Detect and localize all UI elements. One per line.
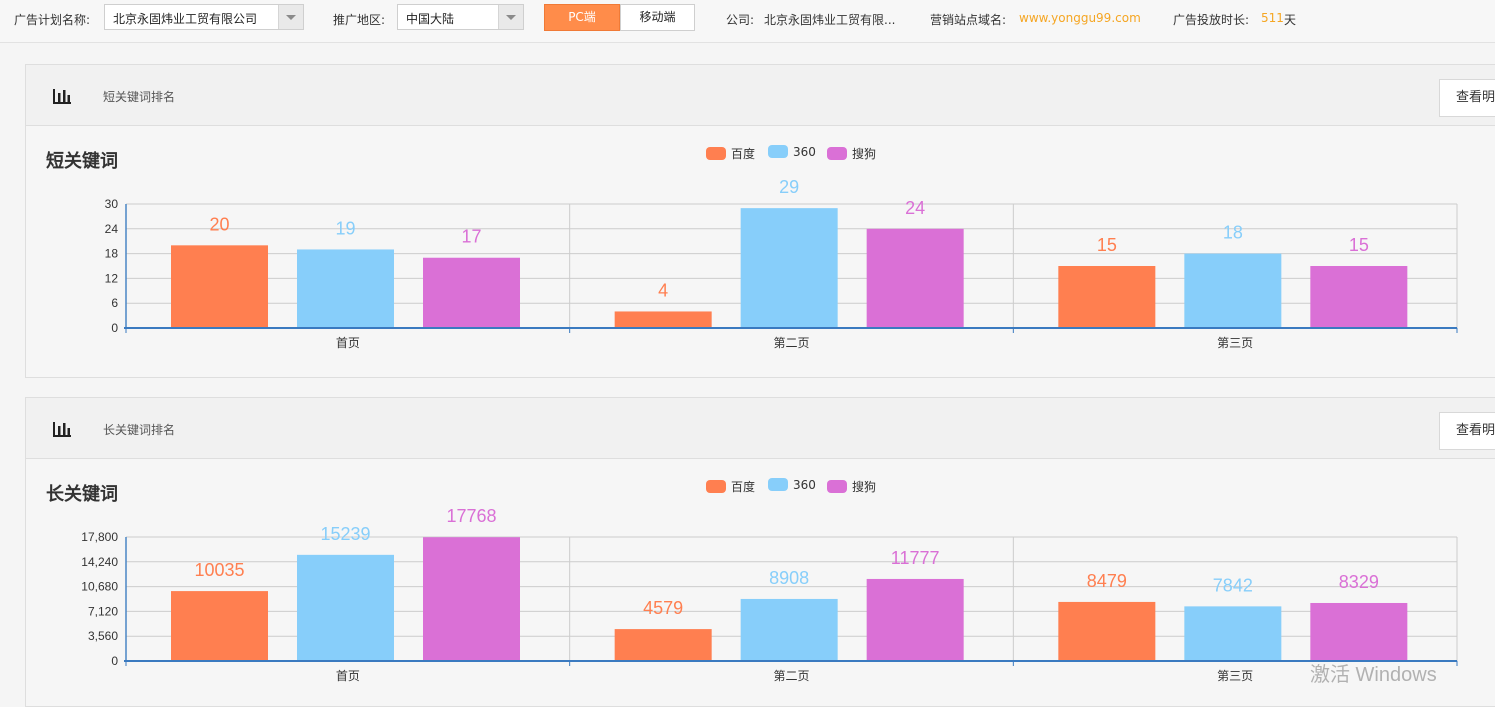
y-tick-label: 12 xyxy=(105,271,119,285)
x-tick-label: 首页 xyxy=(336,336,360,350)
bar xyxy=(740,598,838,661)
bar xyxy=(297,554,394,661)
data-label: 7842 xyxy=(1213,575,1253,595)
y-tick-label: 14,240 xyxy=(81,555,118,569)
region-label: 推广地区: xyxy=(333,13,386,27)
data-label: 4 xyxy=(658,280,668,300)
duration-label: 广告投放时长: xyxy=(1173,13,1250,27)
data-label: 15 xyxy=(1349,235,1369,255)
y-tick-label: 7,120 xyxy=(88,604,118,618)
bar xyxy=(171,591,268,661)
bar xyxy=(1058,266,1156,328)
short-keyword-panel: 短关键词排名 查看明 短关键词 百度 360 搜狗 0 6 12 18 24 30 20 4 1… xyxy=(25,64,1495,378)
bar xyxy=(1184,253,1282,328)
bar xyxy=(866,228,964,328)
data-label: 10035 xyxy=(194,560,244,580)
chevron-down-icon[interactable] xyxy=(278,5,303,29)
y-tick-label: 30 xyxy=(105,197,119,211)
data-label: 8479 xyxy=(1087,571,1127,591)
data-label: 15239 xyxy=(320,524,370,544)
bar xyxy=(171,245,268,328)
duration-unit: 天 xyxy=(1284,13,1297,27)
company-value: 北京永固炜业工贸有限... xyxy=(764,13,896,27)
x-tick-label: 第二页 xyxy=(773,336,809,350)
data-label: 8908 xyxy=(769,568,809,588)
long-keyword-bar-chart: 0 3,560 7,120 10,680 14,240 17,800 10035 4579 84… xyxy=(81,506,1458,683)
data-label: 11777 xyxy=(891,548,940,568)
data-label: 17768 xyxy=(446,506,496,526)
data-label: 4579 xyxy=(643,598,683,618)
y-tick-label: 18 xyxy=(105,247,119,261)
data-label: 18 xyxy=(1223,223,1243,243)
bar xyxy=(614,311,712,328)
activation-watermark: 激活 Windows xyxy=(1310,664,1437,686)
bar xyxy=(1184,606,1282,661)
x-tick-label: 第三页 xyxy=(1217,669,1253,683)
bar xyxy=(1058,601,1156,661)
bar xyxy=(1310,602,1408,661)
data-label: 24 xyxy=(905,198,925,218)
y-tick-label: 6 xyxy=(111,296,118,310)
short-keyword-bar-chart: 0 6 12 18 24 30 20 4 15 19 29 18 17 24 15 首页 第二页 第三页 xyxy=(105,177,1458,350)
bar xyxy=(423,537,520,661)
region-select-value: 中国大陆 xyxy=(406,12,455,26)
data-label: 29 xyxy=(779,177,799,197)
bar xyxy=(1310,266,1408,328)
x-tick-label: 首页 xyxy=(336,669,360,683)
data-label: 20 xyxy=(209,214,229,234)
mobile-tab[interactable]: 移动端 xyxy=(620,4,695,31)
top-toolbar: 广告计划名称: 北京永固炜业工贸有限公司 推广地区: 中国大陆 PC端 移动端 … xyxy=(0,0,1495,43)
region-select[interactable]: 中国大陆 xyxy=(397,4,524,30)
duration-value: 511 xyxy=(1261,11,1284,25)
y-tick-label: 3,560 xyxy=(88,629,118,643)
x-tick-label: 第三页 xyxy=(1217,336,1253,350)
plan-select[interactable]: 北京永固炜业工贸有限公司 xyxy=(104,4,304,30)
data-label: 8329 xyxy=(1339,572,1379,592)
bar xyxy=(740,208,838,328)
data-label: 19 xyxy=(335,218,355,238)
chevron-down-icon[interactable] xyxy=(498,5,523,29)
bar xyxy=(297,249,394,328)
company-label: 公司: xyxy=(726,13,755,27)
long-keyword-panel: 长关键词排名 查看明 长关键词 百度 360 搜狗 0 3,560 7,120 10,… xyxy=(25,397,1495,707)
x-tick-label: 第二页 xyxy=(773,669,809,683)
bar xyxy=(866,578,964,661)
bar xyxy=(423,257,520,328)
y-tick-label: 17,800 xyxy=(81,530,118,544)
bar xyxy=(614,629,712,661)
data-label: 17 xyxy=(461,227,481,247)
y-tick-label: 0 xyxy=(111,654,118,668)
plan-label: 广告计划名称: xyxy=(14,13,91,27)
domain-label: 营销站点域名: xyxy=(930,13,1007,27)
pc-tab[interactable]: PC端 xyxy=(544,4,620,31)
data-label: 15 xyxy=(1097,235,1117,255)
y-tick-label: 10,680 xyxy=(81,580,118,594)
y-tick-label: 24 xyxy=(105,222,119,236)
domain-value[interactable]: www.yonggu99.com xyxy=(1019,11,1141,25)
y-tick-label: 0 xyxy=(111,321,118,335)
plan-select-value: 北京永固炜业工贸有限公司 xyxy=(113,12,258,26)
